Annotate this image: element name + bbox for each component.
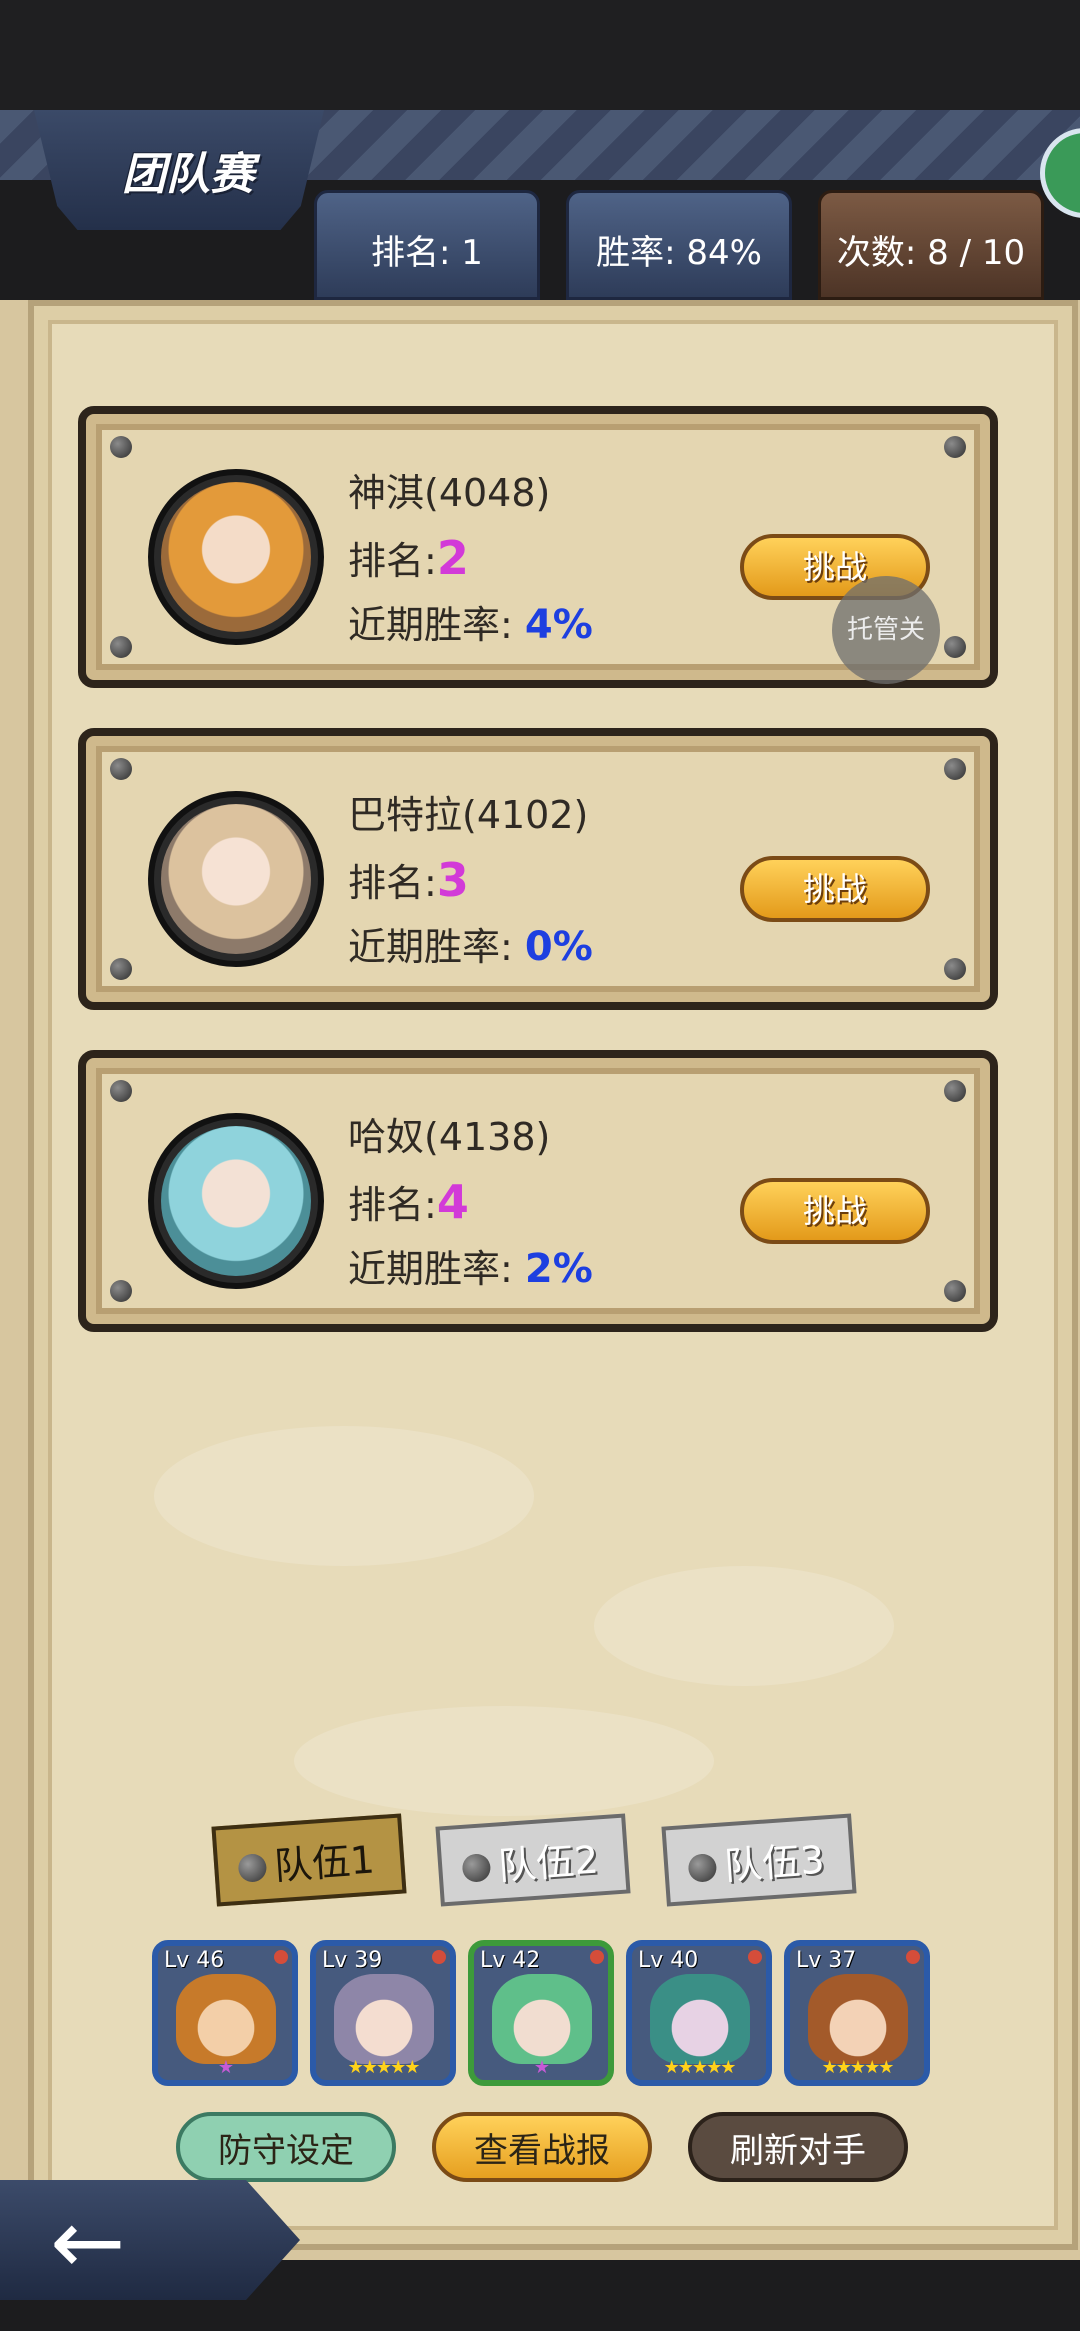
team-tab-1[interactable]: 队伍1 [211,1813,407,1907]
rivet-icon [110,958,132,980]
winrate-value: 0% [524,924,593,970]
tab-winrate: 胜率: 84% [566,190,792,300]
opponent-rank: 排名:4 [348,1174,469,1229]
bg-decoration [154,1426,534,1566]
avatar[interactable] [148,1113,324,1289]
hero-slot[interactable]: Lv 42 ★ [468,1940,614,2086]
rivet-icon [110,1080,132,1102]
tab-attempts-label: 次数: 8 / 10 [836,233,1026,273]
rivet-icon [110,758,132,780]
rivet-icon [944,1080,966,1102]
team-tab-label: 队伍3 [722,1837,826,1889]
back-button[interactable] [0,2180,300,2300]
rank-label: 排名: [348,861,437,905]
bg-decoration [594,1566,894,1686]
opponent-winrate: 近期胜率: 0% [348,916,593,971]
team-tab-label: 队伍1 [272,1837,376,1889]
auto-toggle-button[interactable]: 托管关 [832,576,940,684]
refresh-opponents-button[interactable]: 刷新对手 [688,2112,908,2182]
rank-label: 排名: [348,1183,437,1227]
hero-level: Lv 42 [480,1948,541,1973]
rivet-icon [944,636,966,658]
avatar-image [161,482,311,632]
defense-settings-button[interactable]: 防守设定 [176,2112,396,2182]
hero-level: Lv 46 [164,1948,225,1973]
hero-slot[interactable]: Lv 39 ★★★★★ [310,1940,456,2086]
status-bar [0,0,1080,110]
opponent-rank: 排名:2 [348,530,469,585]
opponent-card: 哈奴(4138) 排名:4 近期胜率: 2% 挑战 [78,1050,998,1332]
challenge-button[interactable]: 挑战 [740,856,930,922]
element-icon [906,1950,920,1964]
rivet-icon [687,1853,718,1883]
hero-level: Lv 39 [322,1948,383,1973]
hero-stars: ★ [217,2057,234,2078]
opponent-name: 神淇(4048) [348,471,551,515]
opponent-winrate: 近期胜率: 4% [348,594,593,649]
winrate-value: 2% [524,1246,593,1292]
rank-label: 排名: [348,539,437,583]
tab-winrate-label: 胜率: 84% [596,233,762,273]
hero-portrait [176,1974,276,2064]
challenge-button[interactable]: 挑战 [740,1178,930,1244]
element-icon [748,1950,762,1964]
hero-level: Lv 37 [796,1948,857,1973]
winrate-label: 近期胜率: [348,603,513,647]
winrate-label: 近期胜率: [348,1247,513,1291]
hero-slot[interactable]: Lv 40 ★★★★★ [626,1940,772,2086]
avatar-image [161,1126,311,1276]
opponent-name: 巴特拉(4102) [348,793,589,837]
hero-stars: ★ [533,2057,550,2078]
bg-decoration [294,1706,714,1816]
element-icon [590,1950,604,1964]
rivet-icon [110,636,132,658]
hero-slot[interactable]: Lv 46 ★ [152,1940,298,2086]
team-tab-label: 队伍2 [496,1837,600,1889]
rivet-icon [461,1853,492,1883]
team-tab-2[interactable]: 队伍2 [435,1813,631,1907]
rivet-icon [237,1853,268,1883]
winrate-value: 4% [524,602,593,648]
avatar-image [161,804,311,954]
rivet-icon [944,958,966,980]
rivet-icon [110,1280,132,1302]
rivet-icon [944,758,966,780]
tab-attempts: 次数: 8 / 10 [818,190,1044,300]
hero-stars: ★★★★★ [347,2057,421,2078]
rank-value: 4 [436,1175,469,1229]
hero-portrait [650,1974,750,2064]
team-tab-3[interactable]: 队伍3 [661,1813,857,1907]
rivet-icon [944,436,966,458]
hero-level: Lv 40 [638,1948,699,1973]
hero-portrait [334,1974,434,2064]
avatar[interactable] [148,791,324,967]
hero-stars: ★★★★★ [663,2057,737,2078]
rivet-icon [110,436,132,458]
opponent-rank: 排名:3 [348,852,469,907]
opponent-name: 哈奴(4138) [348,1115,551,1159]
winrate-label: 近期胜率: [348,925,513,969]
hero-portrait [808,1974,908,2064]
element-icon [274,1950,288,1964]
back-arrow-icon[interactable]: ← [50,2198,125,2288]
avatar[interactable] [148,469,324,645]
tab-rank-label: 排名: 1 [371,233,483,273]
tab-rank: 排名: 1 [314,190,540,300]
rivet-icon [944,1280,966,1302]
rank-value: 3 [436,853,469,907]
hero-stars: ★★★★★ [821,2057,895,2078]
element-icon [432,1950,446,1964]
opponent-winrate: 近期胜率: 2% [348,1238,593,1293]
hero-portrait [492,1974,592,2064]
rank-value: 2 [436,531,469,585]
opponent-card: 巴特拉(4102) 排名:3 近期胜率: 0% 挑战 [78,728,998,1010]
view-report-button[interactable]: 查看战报 [432,2112,652,2182]
hero-slot[interactable]: Lv 37 ★★★★★ [784,1940,930,2086]
page-title: 团队赛 [122,149,254,200]
